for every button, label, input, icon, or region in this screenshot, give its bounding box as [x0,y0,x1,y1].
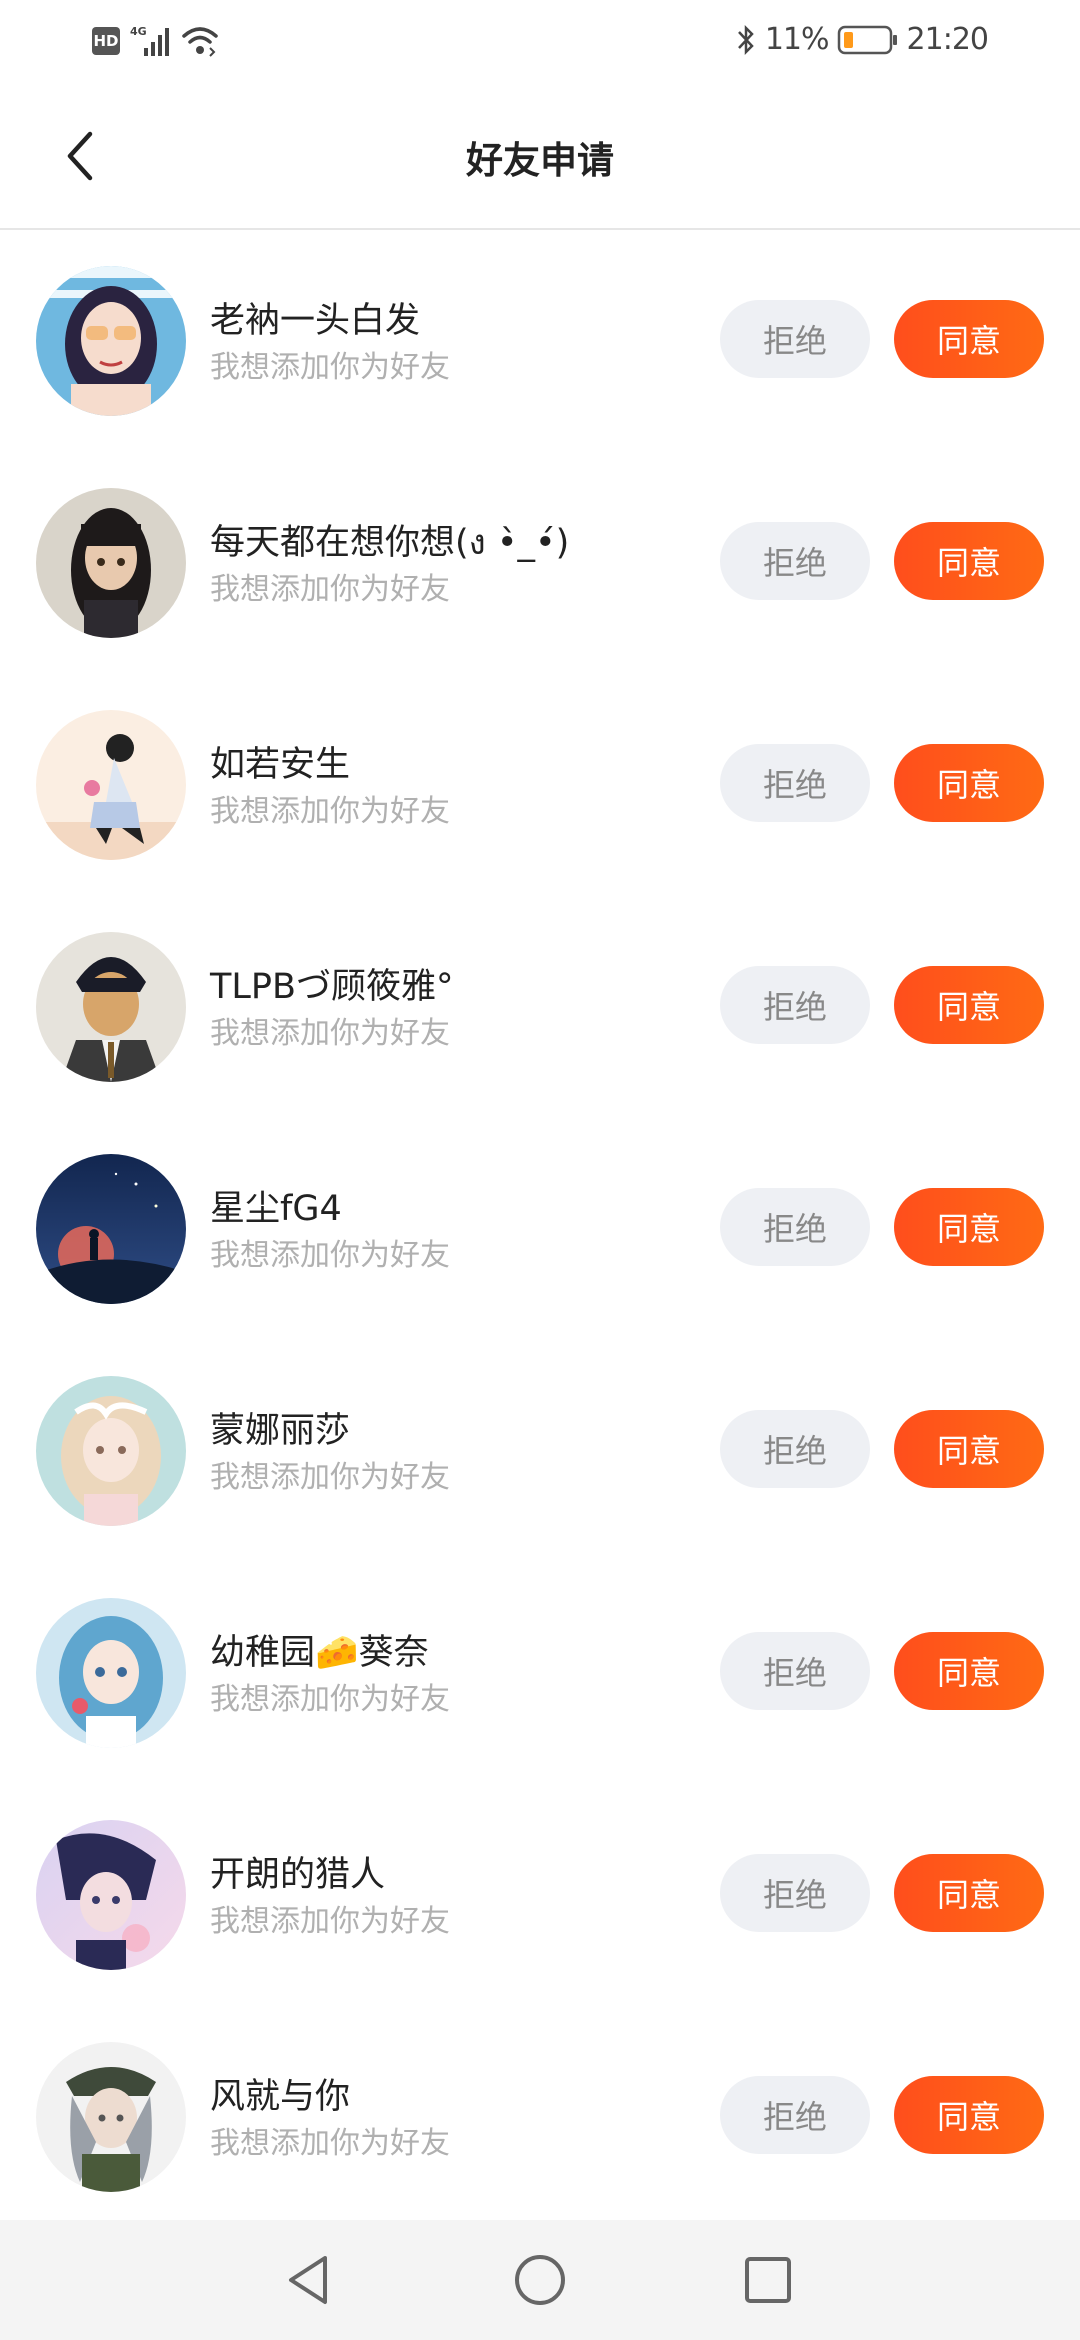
request-message: 我想添加你为好友 [210,572,450,607]
back-triangle-icon [289,2256,327,2304]
requester-name: 幼稚园🧀葵奈 [210,1633,429,1673]
request-message: 我想添加你为好友 [210,1904,450,1939]
status-right: 11% 21:20 [735,22,989,57]
accept-button[interactable]: 同意 [894,1632,1044,1710]
avatar[interactable] [36,932,186,1082]
request-message: 我想添加你为好友 [210,1460,450,1495]
network-label: 4G [130,25,147,38]
request-message: 我想添加你为好友 [210,794,450,829]
accept-button[interactable]: 同意 [894,1188,1044,1266]
nav-recents-button[interactable] [736,2248,800,2312]
status-left: HD 4G [92,24,220,58]
requester-name: 风就与你 [210,2077,351,2117]
reject-button[interactable]: 拒绝 [720,1854,870,1932]
requester-name: TLPBづ顾筱雅° [210,967,454,1007]
header: 好友申请 [0,86,1080,230]
requester-name: 老衲一头白发 [210,301,421,341]
reject-button[interactable]: 拒绝 [720,522,870,600]
accept-button[interactable]: 同意 [894,966,1044,1044]
avatar[interactable] [36,266,186,416]
requester-name: 每天都在想你想(ง •̀_•́) [210,523,570,563]
request-row: 老衲一头白发 我想添加你为好友 拒绝 同意 [0,230,1080,452]
request-row: TLPBづ顾筱雅° 我想添加你为好友 拒绝 同意 [0,896,1080,1118]
request-row: 如若安生 我想添加你为好友 拒绝 同意 [0,674,1080,896]
request-row: 每天都在想你想(ง •̀_•́) 我想添加你为好友 拒绝 同意 [0,452,1080,674]
avatar[interactable] [36,1598,186,1748]
request-row: 风就与你 我想添加你为好友 拒绝 同意 [0,2006,1080,2228]
requester-name: 开朗的猎人 [210,1855,386,1895]
avatar[interactable] [36,488,186,638]
screen: HD 4G 11% 21:20 好友申请 老衲一头白发 我想添加你为好友 拒绝 … [0,0,1080,2340]
signal-icon: 4G [130,25,169,56]
request-message: 我想添加你为好友 [210,1238,450,1273]
avatar[interactable] [36,1154,186,1304]
accept-button[interactable]: 同意 [894,300,1044,378]
clock: 21:20 [906,22,989,57]
nav-home-button[interactable] [508,2248,572,2312]
requester-name: 如若安生 [210,745,351,785]
recents-square-icon [745,2257,791,2303]
reject-button[interactable]: 拒绝 [720,2076,870,2154]
accept-button[interactable]: 同意 [894,522,1044,600]
home-circle-icon [515,2255,565,2305]
reject-button[interactable]: 拒绝 [720,966,870,1044]
avatar[interactable] [36,1820,186,1970]
nav-back-button[interactable] [276,2248,340,2312]
request-message: 我想添加你为好友 [210,350,450,385]
requester-name: 星尘fG4 [210,1189,342,1229]
accept-button[interactable]: 同意 [894,744,1044,822]
reject-button[interactable]: 拒绝 [720,1188,870,1266]
avatar[interactable] [36,710,186,860]
request-row: 星尘fG4 我想添加你为好友 拒绝 同意 [0,1118,1080,1340]
avatar[interactable] [36,1376,186,1526]
request-row: 开朗的猎人 我想添加你为好友 拒绝 同意 [0,1784,1080,2006]
status-bar: HD 4G 11% 21:20 [0,0,1080,86]
system-nav-bar [0,2220,1080,2340]
reject-button[interactable]: 拒绝 [720,300,870,378]
request-message: 我想添加你为好友 [210,1016,450,1051]
bluetooth-icon [737,24,754,55]
battery-percent: 11% [764,22,830,57]
accept-button[interactable]: 同意 [894,2076,1044,2154]
page-title: 好友申请 [466,139,614,182]
accept-button[interactable]: 同意 [894,1854,1044,1932]
reject-button[interactable]: 拒绝 [720,1410,870,1488]
requester-name: 蒙娜丽莎 [210,1411,351,1451]
battery-icon [837,25,897,54]
request-row: 幼稚园🧀葵奈 我想添加你为好友 拒绝 同意 [0,1562,1080,1784]
wifi-icon [182,27,218,57]
hd-badge: HD [92,27,120,55]
reject-button[interactable]: 拒绝 [720,744,870,822]
avatar[interactable] [36,2042,186,2192]
request-row: 蒙娜丽莎 我想添加你为好友 拒绝 同意 [0,1340,1080,1562]
request-message: 我想添加你为好友 [210,1682,450,1717]
request-message: 我想添加你为好友 [210,2126,450,2161]
friend-request-list: 老衲一头白发 我想添加你为好友 拒绝 同意 每天都在想你想(ง •̀_•́) 我… [0,230,1080,2228]
accept-button[interactable]: 同意 [894,1410,1044,1488]
reject-button[interactable]: 拒绝 [720,1632,870,1710]
